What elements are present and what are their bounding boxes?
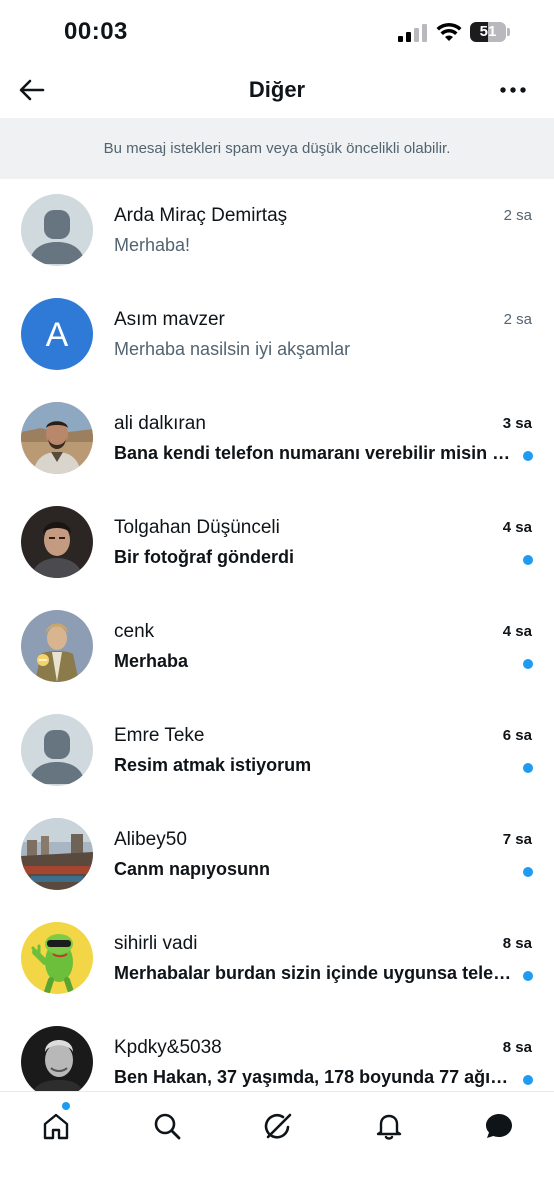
message-request-list: Arda Miraç Demirtaş 2 sa Merhaba! A Asım… [0,179,554,1091]
messages-icon [486,1114,512,1138]
conversation-preview: Merhaba [114,651,189,671]
tab-messages[interactable] [479,1106,519,1146]
conversation-row[interactable]: A Asım mavzer 2 sa Merhaba nasilsin iyi … [0,283,554,387]
conversation-preview: Merhabalar burdan sizin içinde uygunsa t… [114,963,512,983]
home-icon [43,1113,69,1140]
unread-indicator [523,659,533,669]
photo-avatar[interactable] [21,1026,93,1091]
unread-indicator [523,451,533,461]
default-avatar[interactable] [21,714,93,786]
conversation-time: 3 sa [502,415,532,432]
conversation-preview: Ben Hakan, 37 yaşımda, 178 boyunda 77 ağ… [114,1067,512,1087]
search-icon [154,1113,181,1140]
conversation-preview: Merhaba! [114,235,191,255]
spam-notice-banner: Bu mesaj istekleri spam veya düşük öncel… [0,118,554,179]
conversation-name: ali dalkıran [114,413,206,434]
photo-avatar[interactable] [21,402,93,474]
status-time: 00:03 [64,18,128,45]
arrow-left-icon [19,79,45,101]
conversation-time: 7 sa [502,831,532,848]
photo-avatar[interactable] [21,818,93,890]
top-bar: Diğer [0,62,554,118]
unread-indicator [523,867,533,877]
bell-icon [376,1114,402,1140]
tab-notifications[interactable] [369,1106,409,1146]
conversation-time: 8 sa [502,1039,532,1056]
cellular-signal-icon [398,24,427,42]
conversation-time: 6 sa [502,727,532,744]
conversation-time: 2 sa [503,311,532,328]
unread-indicator [523,1075,533,1085]
conversation-name: Arda Miraç Demirtaş [114,205,288,226]
conversation-name: sihirli vadi [114,933,198,954]
conversation-name: Kpdky&5038 [114,1037,222,1058]
unread-indicator [523,763,533,773]
conversation-name: Tolgahan Düşünceli [114,517,280,538]
conversation-name: Emre Teke [114,725,205,746]
photo-avatar[interactable] [21,506,93,578]
conversation-time: 8 sa [502,935,532,952]
status-bar: 00:03 51 [0,0,554,62]
conversation-name: cenk [114,621,155,642]
tab-home[interactable] [36,1102,76,1146]
letter-avatar[interactable]: A [21,298,93,370]
grok-icon [264,1113,292,1139]
unread-indicator [523,971,533,981]
conversation-row[interactable]: Tolgahan Düşünceli 4 sa Bir fotoğraf gön… [0,491,554,595]
conversation-time: 2 sa [503,207,532,224]
spam-notice-text: Bu mesaj istekleri spam veya düşük öncel… [103,140,451,157]
conversation-preview: Resim atmak istiyorum [114,755,312,775]
conversation-row[interactable]: Arda Miraç Demirtaş 2 sa Merhaba! [0,179,554,283]
page-title: Diğer [248,77,306,102]
conversation-preview: Bana kendi telefon numaranı verebilir mi… [114,443,512,463]
conversation-name: Alibey50 [114,829,187,850]
more-horizontal-icon [500,87,526,93]
conversation-row[interactable]: Kpdky&5038 8 sa Ben Hakan, 37 yaşımda, 1… [0,1011,554,1091]
unread-indicator [523,555,533,565]
conversation-preview: Canm napıyosunn [114,859,271,879]
back-button[interactable] [14,72,50,108]
tab-grok[interactable] [258,1106,298,1146]
conversation-preview: Bir fotoğraf gönderdi [114,547,294,567]
conversation-row[interactable]: cenk 4 sa Merhaba [0,595,554,699]
wifi-icon [436,22,462,41]
default-avatar[interactable] [21,194,93,266]
conversation-row[interactable]: Emre Teke 6 sa Resim atmak istiyorum [0,699,554,803]
conversation-preview: Merhaba nasilsin iyi akşamlar [114,339,351,359]
conversation-row[interactable]: Alibey50 7 sa Canm napıyosunn [0,803,554,907]
more-options-button[interactable] [492,72,534,108]
conversation-name: Asım mavzer [114,309,225,330]
avatar-letter: A [46,316,69,354]
photo-avatar[interactable] [21,610,93,682]
conversation-row[interactable]: ali dalkıran 3 sa Bana kendi telefon num… [0,387,554,491]
battery-percent: 51 [479,23,497,40]
bottom-tab-bar [0,1091,554,1199]
conversation-row[interactable]: sihirli vadi 8 sa Merhabalar burdan sizi… [0,907,554,1011]
conversation-time: 4 sa [502,519,532,536]
tab-search[interactable] [147,1106,187,1146]
photo-avatar[interactable] [21,922,93,994]
battery-icon: 51 [470,22,510,42]
home-notification-dot [62,1102,70,1110]
conversation-time: 4 sa [502,623,532,640]
